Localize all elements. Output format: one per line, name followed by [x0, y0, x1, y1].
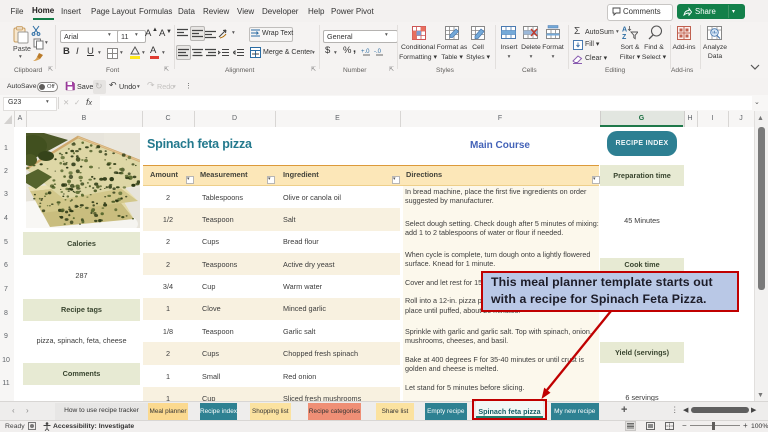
svg-text:A: A — [622, 27, 627, 34]
svg-text:Z: Z — [622, 34, 627, 40]
svg-text:+.0: +.0 — [361, 49, 370, 55]
svg-text:-.0: -.0 — [374, 49, 382, 55]
